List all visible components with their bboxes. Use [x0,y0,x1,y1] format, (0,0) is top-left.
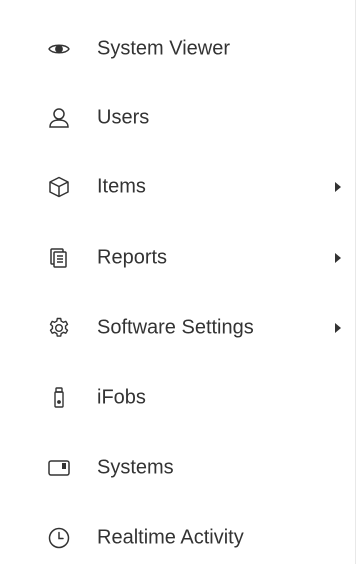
menu-item-label: Users [97,106,150,129]
cube-icon [45,173,73,201]
menu-item-software-settings[interactable]: Software Settings [0,300,355,356]
eye-icon [45,35,73,63]
gear-icon [45,314,73,342]
menu-item-label: iFobs [97,386,146,409]
menu-item-label: Software Settings [97,316,254,339]
chevron-right-icon [335,253,341,263]
menu-item-items[interactable]: Items [0,159,355,215]
menu-item-label: Items [97,175,146,198]
user-icon [45,104,73,132]
documents-icon [45,244,73,272]
menu-item-ifobs[interactable]: iFobs [0,370,355,426]
menu-item-label: Systems [97,456,174,479]
menu-item-users[interactable]: Users [0,90,355,146]
menu-item-systems[interactable]: Systems [0,440,355,496]
menu-item-label: Reports [97,246,168,269]
menu-item-realtime-activity[interactable]: Realtime Activity [0,510,355,566]
menu-item-label: System Viewer [97,37,231,60]
chevron-right-icon [335,323,341,333]
chevron-right-icon [335,182,341,192]
menu-item-label: Realtime Activity [97,526,244,549]
panel-icon [45,454,73,482]
side-menu: System Viewer Users Items Reports Softwa… [0,0,356,564]
menu-item-reports[interactable]: Reports [0,230,355,286]
menu-item-system-viewer[interactable]: System Viewer [0,21,355,77]
clock-icon [45,524,73,552]
fob-icon [45,384,73,412]
